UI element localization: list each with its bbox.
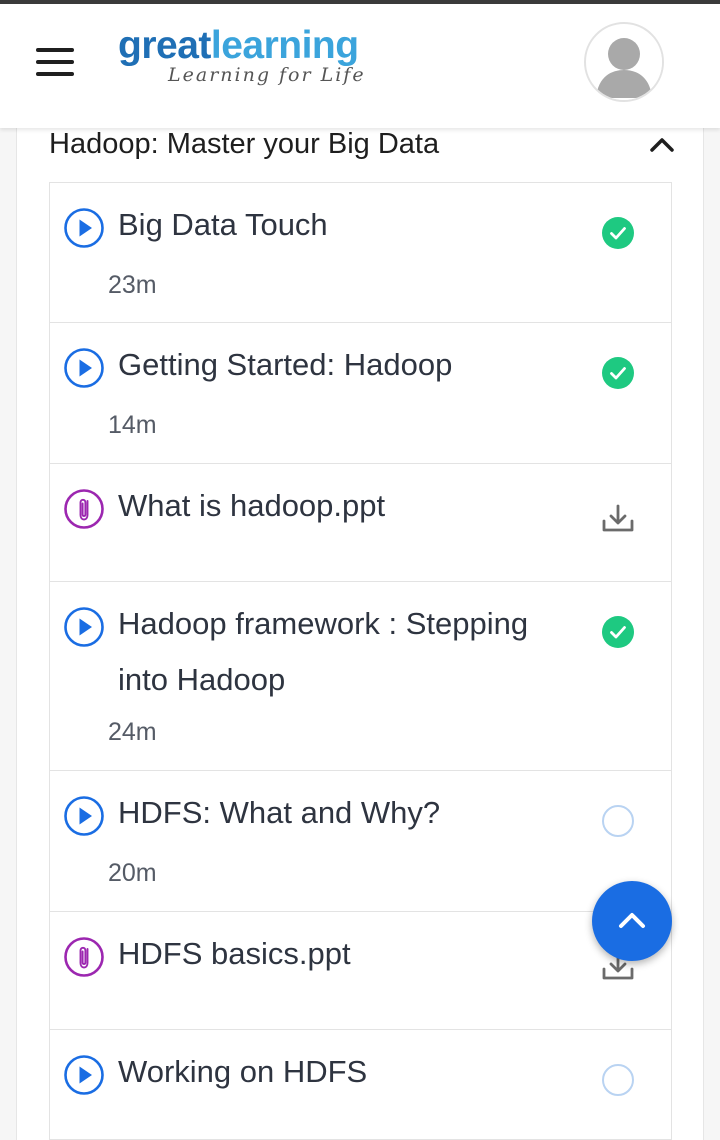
great-learning-logo: greatlearning Learning for Life xyxy=(118,26,428,90)
play-circle-icon xyxy=(64,348,104,388)
scroll-to-top-button[interactable] xyxy=(592,881,672,961)
lesson-row[interactable]: Big Data Touch 23m xyxy=(49,182,672,323)
lesson-row[interactable]: What is hadoop.ppt xyxy=(49,464,672,582)
attachment-icon xyxy=(64,489,104,529)
completed-check-icon xyxy=(602,357,634,389)
lesson-title: Getting Started: Hadoop xyxy=(118,347,453,382)
logo-wordmark: greatlearning xyxy=(118,26,428,66)
lesson-list: Big Data Touch 23m Getting Started: Hadoop… xyxy=(49,182,672,1140)
completed-check-icon xyxy=(602,217,634,249)
lesson-row[interactable]: Working on HDFS xyxy=(49,1030,672,1140)
play-circle-icon xyxy=(64,607,104,647)
download-icon[interactable] xyxy=(600,500,636,536)
lesson-title: Working on HDFS xyxy=(118,1054,368,1089)
lesson-row[interactable]: HDFS basics.ppt xyxy=(49,912,672,1030)
lesson-title: HDFS: What and Why? xyxy=(118,795,441,830)
lesson-duration: 24m xyxy=(108,718,157,746)
chevron-up-icon[interactable] xyxy=(647,130,677,160)
lesson-title: Big Data Touch xyxy=(118,207,328,242)
course-section-card: Hadoop: Master your Big Data Big Data To… xyxy=(16,110,704,1140)
user-avatar-icon[interactable] xyxy=(584,22,664,102)
completed-check-icon xyxy=(602,616,634,648)
logo-great: great xyxy=(118,24,211,67)
lesson-duration: 23m xyxy=(108,271,157,299)
play-circle-icon xyxy=(64,1055,104,1095)
logo-learning: learning xyxy=(210,24,359,67)
section-title: Hadoop: Master your Big Data xyxy=(49,128,440,160)
hamburger-menu-icon[interactable] xyxy=(36,48,76,76)
logo-tagline: Learning for Life xyxy=(168,64,366,86)
not-started-circle-icon xyxy=(602,805,634,837)
lesson-duration: 14m xyxy=(108,411,157,439)
chevron-up-icon xyxy=(619,913,645,928)
lesson-title: What is hadoop.ppt xyxy=(118,488,386,523)
app-header: greatlearning Learning for Life xyxy=(0,0,720,128)
lesson-row[interactable]: HDFS: What and Why? 20m xyxy=(49,771,672,912)
not-started-circle-icon xyxy=(602,1064,634,1096)
section-header[interactable]: Hadoop: Master your Big Data xyxy=(49,128,677,164)
lesson-title: Hadoop framework : Stepping into Hadoop xyxy=(118,606,529,697)
lesson-row[interactable]: Hadoop framework : Stepping into Hadoop 2… xyxy=(49,582,672,771)
lesson-row[interactable]: Getting Started: Hadoop 14m xyxy=(49,323,672,464)
play-circle-icon xyxy=(64,796,104,836)
lesson-duration: 20m xyxy=(108,859,157,887)
play-circle-icon xyxy=(64,208,104,248)
attachment-icon xyxy=(64,937,104,977)
lesson-title: HDFS basics.ppt xyxy=(118,936,351,971)
